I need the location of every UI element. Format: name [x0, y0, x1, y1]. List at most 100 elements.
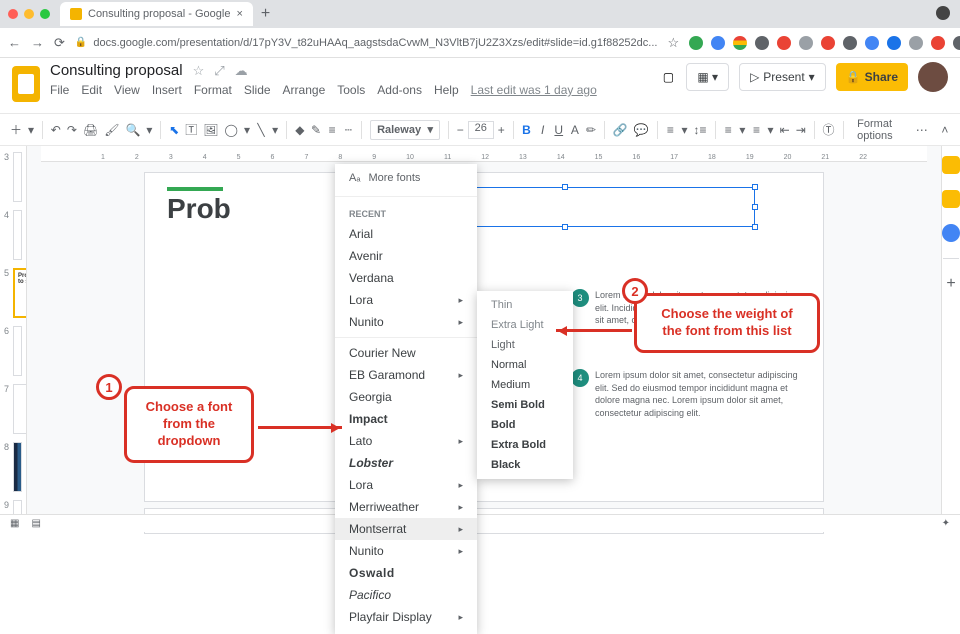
reload-button[interactable]: ⟳ [54, 35, 65, 51]
tab-close-icon[interactable]: × [236, 8, 242, 20]
font-item-georgia[interactable]: Georgia [335, 386, 477, 408]
back-button[interactable]: ← [8, 35, 21, 50]
textbox-button[interactable]: 🅃 [185, 122, 197, 138]
weight-item-normal[interactable]: Normal [477, 355, 573, 375]
fullscreen-icon[interactable] [40, 9, 50, 19]
ext-icon[interactable] [931, 36, 945, 50]
highlight-color-button[interactable]: ✏ [586, 122, 596, 138]
collapse-toolbar-button[interactable]: ˄ [940, 122, 950, 138]
tasks-icon[interactable] [942, 224, 960, 242]
resize-handle[interactable] [562, 224, 568, 230]
slide-title-text[interactable]: Prob [167, 187, 231, 225]
calendar-icon[interactable] [942, 156, 960, 174]
window-controls[interactable] [8, 9, 50, 19]
browser-tab[interactable]: Consulting proposal - Google × [60, 2, 253, 26]
insert-link-button[interactable]: 🔗 [613, 122, 628, 138]
share-button[interactable]: 🔒 Share [836, 63, 908, 91]
comment-history-icon[interactable]: ▢ [660, 69, 676, 85]
ext-icon[interactable] [909, 36, 923, 50]
font-weight-submenu[interactable]: ThinExtra LightLightNormalMediumSemi Bol… [477, 291, 573, 479]
font-item-courier-new[interactable]: Courier New [335, 342, 477, 364]
line-button[interactable]: ╲ [256, 122, 266, 138]
menu-help[interactable]: Help [434, 83, 459, 97]
clear-formatting-button[interactable]: Ⓣ [823, 122, 835, 138]
font-size-input[interactable]: 26 [468, 121, 494, 139]
font-family-dropdown[interactable]: Raleway▾ [370, 120, 440, 140]
ext-icon[interactable] [777, 36, 791, 50]
ext-icon[interactable] [689, 36, 703, 50]
font-item-verdana[interactable]: Verdana [335, 267, 477, 289]
slide-thumbnail[interactable]: 4 [4, 210, 22, 260]
font-item-eb-garamond[interactable]: EB Garamond▸ [335, 364, 477, 386]
font-item-nunito[interactable]: Nunito▸ [335, 311, 477, 333]
filmstrip[interactable]: 345Problems to solve67Understandingthe m… [0, 146, 27, 514]
weight-item-bold[interactable]: Bold [477, 415, 573, 435]
align-button[interactable]: ≡ [665, 122, 675, 138]
slide-thumbnail[interactable]: 9 [4, 500, 22, 514]
new-tab-button[interactable]: + [261, 5, 270, 23]
ext-icon[interactable] [733, 36, 747, 50]
add-on-button[interactable]: + [946, 275, 955, 293]
slide-thumbnail[interactable]: 3 [4, 152, 22, 202]
font-item-arial[interactable]: Arial [335, 223, 477, 245]
font-item-lobster[interactable]: Lobster [335, 452, 477, 474]
weight-item-medium[interactable]: Medium [477, 375, 573, 395]
forward-button[interactable]: → [31, 35, 44, 50]
ext-icon[interactable] [799, 36, 813, 50]
star-icon[interactable]: ☆ [667, 35, 679, 51]
border-weight-button[interactable]: ≡ [327, 122, 337, 138]
menu-edit[interactable]: Edit [81, 83, 102, 97]
undo-button[interactable]: ↶ [51, 122, 61, 138]
italic-button[interactable]: I [538, 122, 548, 138]
star-button[interactable]: ☆ [193, 63, 205, 79]
font-item-montserrat[interactable]: Montserrat▸ [335, 518, 477, 540]
font-item-playfair-display[interactable]: Playfair Display▸ [335, 606, 477, 628]
close-icon[interactable] [8, 9, 18, 19]
ext-icon[interactable] [821, 36, 835, 50]
slides-logo-icon[interactable] [12, 66, 40, 102]
font-size-control[interactable]: − 26 + [457, 121, 505, 139]
menu-file[interactable]: File [50, 83, 69, 97]
increase-indent-button[interactable]: ⇥ [796, 122, 806, 138]
menu-tools[interactable]: Tools [337, 83, 365, 97]
weight-item-semi-bold[interactable]: Semi Bold [477, 395, 573, 415]
bold-button[interactable]: B [521, 122, 531, 138]
more-button[interactable]: ⋯ [916, 122, 928, 138]
resize-handle[interactable] [752, 224, 758, 230]
ext-icon[interactable] [843, 36, 857, 50]
add-comment-button[interactable]: 💬 [634, 122, 649, 138]
weight-item-black[interactable]: Black [477, 455, 573, 475]
slide-thumbnail[interactable]: 5Problems to solve [4, 268, 22, 318]
font-item-nunito[interactable]: Nunito▸ [335, 540, 477, 562]
slide-thumbnail[interactable]: 8 [4, 442, 22, 492]
image-button[interactable]: 🖼 [203, 122, 218, 138]
underline-button[interactable]: U [554, 122, 564, 138]
menu-add-ons[interactable]: Add-ons [377, 83, 422, 97]
border-dash-button[interactable]: ┄ [343, 122, 353, 138]
menu-view[interactable]: View [114, 83, 140, 97]
paint-format-button[interactable]: 🖌 [104, 122, 119, 138]
font-family-menu[interactable]: AₐMore fonts RECENT ArialAvenirVerdanaLo… [335, 164, 477, 634]
bulleted-list-button[interactable]: ≡ [751, 122, 761, 138]
font-item-avenir[interactable]: Avenir [335, 245, 477, 267]
keep-icon[interactable] [942, 190, 960, 208]
minimize-icon[interactable] [24, 9, 34, 19]
menu-arrange[interactable]: Arrange [283, 83, 326, 97]
filmstrip-view-button[interactable]: ▤ [31, 518, 40, 529]
bullet-text[interactable]: Lorem ipsum dolor sit amet, consectetur … [595, 370, 798, 418]
move-button[interactable]: ⤢ [214, 63, 224, 79]
menu-slide[interactable]: Slide [244, 83, 271, 97]
decrease-indent-button[interactable]: ⇤ [780, 122, 790, 138]
grid-view-button[interactable]: ▦ [10, 518, 19, 529]
last-edit-link[interactable]: Last edit was 1 day ago [471, 83, 597, 97]
fill-color-button[interactable]: ◆ [295, 122, 305, 138]
ext-icon[interactable] [865, 36, 879, 50]
address-bar[interactable]: 🔒 docs.google.com/presentation/d/17pY3V_… [75, 37, 658, 49]
border-color-button[interactable]: ✎ [311, 122, 321, 138]
slide-thumbnail[interactable]: 7Understandingthe market [4, 384, 22, 434]
line-spacing-button[interactable]: ↕≡ [694, 122, 707, 138]
font-item-lora[interactable]: Lora▸ [335, 474, 477, 496]
format-options-button[interactable]: Format options [851, 118, 910, 142]
text-color-button[interactable]: A [570, 122, 580, 138]
ext-icon[interactable] [711, 36, 725, 50]
